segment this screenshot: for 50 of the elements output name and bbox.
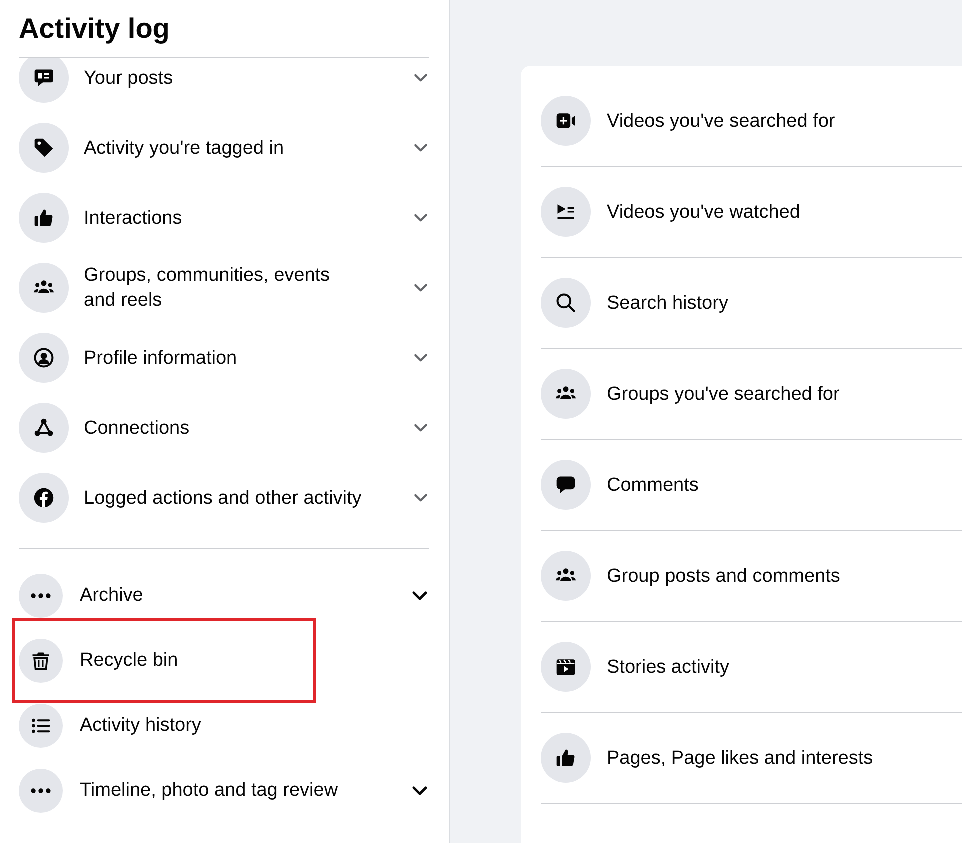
item-label: Groups you've searched for — [607, 382, 841, 406]
activity-category-item[interactable]: Pages, Page likes and interests — [541, 713, 962, 804]
sidebar-item[interactable]: Timeline, photo and tag review — [0, 758, 449, 823]
item-label: Profile information — [84, 346, 238, 370]
sidebar-item[interactable]: Your posts — [0, 58, 449, 113]
item-label: Archive — [80, 584, 144, 608]
f-logo-icon — [33, 487, 55, 509]
person-circle-icon — [33, 347, 55, 369]
more-icon — [31, 788, 51, 794]
sidebar-item[interactable]: Archive — [0, 563, 449, 628]
activity-category-item[interactable]: Groups you've searched for — [541, 349, 962, 440]
thumbs-up-icon — [555, 747, 577, 769]
sidebar-item[interactable]: Activity history — [0, 693, 449, 758]
sidebar-item[interactable]: Connections — [0, 393, 449, 463]
activity-category-item[interactable]: Comments — [541, 440, 962, 531]
more-icon — [31, 592, 51, 598]
item-label: Logged actions and other activity — [84, 486, 363, 510]
item-label: Groups, communities, events and reels — [84, 264, 332, 313]
sidebar-item[interactable]: Groups, communities, events and reels — [0, 253, 449, 323]
item-label: Timeline, photo and tag review — [80, 779, 340, 803]
item-label: Connections — [84, 416, 191, 440]
search-icon — [555, 292, 577, 314]
item-label: Search history — [607, 292, 730, 316]
comment-bubble-icon — [555, 474, 577, 496]
sidebar-item[interactable]: Interactions — [0, 183, 449, 253]
connected-nodes-icon — [33, 417, 55, 439]
sidebar-item[interactable]: Activity you're tagged in — [0, 113, 449, 183]
sidebar-item[interactable]: Logged actions and other activity — [0, 463, 449, 533]
item-label: Videos you've searched for — [607, 110, 836, 134]
activity-category-item[interactable]: Videos you've searched for — [541, 76, 962, 167]
item-label: Activity history — [80, 714, 202, 738]
tag-icon — [33, 137, 55, 159]
page-title: Activity log — [18, 12, 171, 46]
activity-category-item[interactable]: Group posts and comments — [541, 531, 962, 622]
item-label: Activity you're tagged in — [84, 136, 286, 160]
activity-category-item[interactable]: Search history — [541, 258, 962, 349]
item-label: Pages, Page likes and interests — [607, 746, 874, 770]
sidebar-item[interactable]: Recycle bin — [0, 628, 449, 693]
item-label: Interactions — [84, 206, 184, 230]
activity-category-item[interactable]: Videos you've watched — [541, 167, 962, 258]
item-label: Recycle bin — [80, 649, 180, 673]
item-label: Your posts — [84, 66, 174, 90]
item-label: Stories activity — [607, 656, 730, 680]
item-label: Comments — [607, 474, 700, 498]
speech-bubble-icon — [33, 67, 55, 89]
item-label: Group posts and comments — [607, 564, 842, 588]
activity-category-item[interactable]: Stories activity — [541, 622, 962, 713]
thumbs-up-icon — [33, 207, 55, 229]
sidebar-item[interactable]: Profile information — [0, 323, 449, 393]
item-label: Videos you've watched — [607, 200, 802, 224]
